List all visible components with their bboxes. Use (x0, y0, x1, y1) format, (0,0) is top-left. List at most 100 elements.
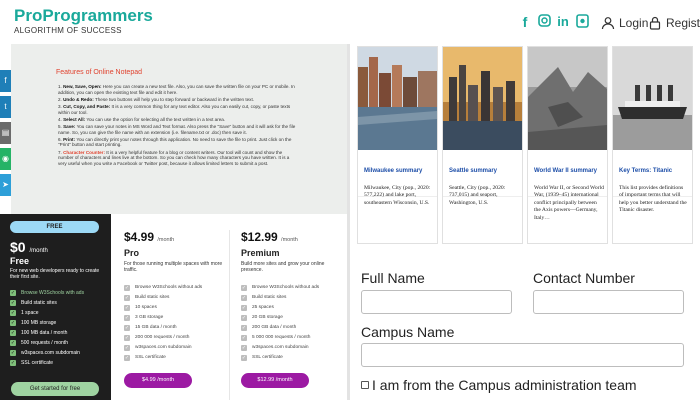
seattle-image (443, 47, 522, 150)
check-icon: ✓ (10, 290, 16, 296)
card-description: World War II, or Second World War, (1939… (534, 185, 604, 221)
campus-name-field[interactable] (361, 343, 684, 367)
contact-number-label: Contact Number (533, 270, 635, 286)
list-item: ✓ 200 GB data / month (241, 325, 297, 331)
list-item: ✓ Browse W3Schools with ads (10, 290, 85, 296)
pro-plan-name: Pro (124, 248, 140, 258)
linkedin-icon[interactable]: in (556, 14, 570, 30)
card-title[interactable]: World War II summary (534, 168, 597, 174)
premium-plan-card: $12.99 /month Premium Build more sites a… (241, 230, 347, 388)
instagram-icon[interactable] (537, 14, 551, 30)
login-label: Login (619, 16, 649, 30)
premium-buy-button[interactable]: $12.99 /month (241, 373, 309, 388)
contact-number-field[interactable] (533, 290, 684, 314)
feature-item: 7. Character Counter: It is a very helpf… (58, 149, 290, 166)
article-card[interactable]: Key Terms: Titanic This list provides de… (612, 46, 693, 244)
pro-buy-button[interactable]: $4.99 /month (124, 373, 192, 388)
card-description: This list provides definitions of import… (619, 185, 687, 214)
check-icon: ✓ (124, 295, 130, 301)
article-card[interactable]: Seattle summary Seattle, City (pop., 202… (442, 46, 523, 244)
campus-admin-checkbox[interactable] (361, 381, 369, 389)
site-header: ProProgrammers ALGORITHM OF SUCCESS f in… (0, 0, 700, 44)
check-icon: ✓ (10, 300, 16, 306)
free-plan-description: For new web developers ready to create t… (10, 268, 100, 280)
telegram-icon[interactable]: ➤ (0, 174, 11, 196)
twitter-icon[interactable]: t (0, 96, 11, 118)
card-description: Seattle, City (pop., 2020: 737,015) and … (449, 185, 506, 206)
site-tagline: ALGORITHM OF SUCCESS (14, 26, 122, 35)
price-period: /month (29, 248, 48, 254)
check-icon: ✓ (124, 355, 130, 361)
article-card[interactable]: Milwaukee summary Milwaukee, City (pop.,… (357, 46, 438, 244)
get-started-free-button[interactable]: Get started for free (11, 382, 99, 396)
check-icon: ✓ (124, 325, 130, 331)
list-item: ✓ SSL certificate (124, 355, 166, 361)
check-icon: ✓ (124, 315, 130, 321)
check-icon: ✓ (241, 335, 247, 341)
list-item: ✓ 25 spaces (241, 305, 274, 311)
check-icon: ✓ (10, 310, 16, 316)
list-item: ✓ Browse W3Schools without ads (124, 285, 203, 291)
check-icon: ✓ (10, 350, 16, 356)
whatsapp-icon[interactable] (575, 14, 589, 30)
titanic-image (613, 47, 692, 150)
milwaukee-image (358, 47, 437, 150)
free-price: $0 /month (10, 239, 48, 255)
pro-plan-card: $4.99 /month Pro For those running multi… (124, 230, 230, 388)
site-logo[interactable]: ProProgrammers (14, 6, 153, 26)
check-icon: ✓ (124, 285, 130, 291)
list-item: ✓ 5 000 000 requests / month (241, 335, 311, 341)
lock-icon (649, 16, 661, 30)
list-item: ✓ 200 000 requests / month (124, 335, 190, 341)
list-item: ✓ 3 GB storage (124, 315, 164, 321)
card-title[interactable]: Key Terms: Titanic (619, 168, 672, 174)
pro-feature-list: ✓ Browse W3Schools without ads ✓ Build sta… (124, 283, 230, 363)
register-label: Register (666, 16, 700, 30)
campus-name-label: Campus Name (361, 324, 455, 340)
check-icon: ✓ (124, 305, 130, 311)
premium-feature-list: ✓ Browse W3Schools without ads ✓ Build sta… (241, 283, 347, 363)
list-item: ✓ Build static sites (10, 300, 57, 306)
feature-item: 5. Save: You can save your notes in MS W… (58, 123, 296, 135)
check-icon: ✓ (241, 315, 247, 321)
facebook-icon[interactable]: f (518, 14, 532, 30)
list-item: ✓ Build static sites (241, 295, 287, 301)
full-name-field[interactable] (361, 290, 512, 314)
check-icon: ✓ (241, 345, 247, 351)
feature-item: 4. Select All: You can use the option fo… (58, 116, 226, 122)
feature-item: 6. Print: You can directly print your no… (58, 136, 292, 148)
check-icon: ✓ (124, 345, 130, 351)
user-icon (601, 17, 615, 30)
card-title[interactable]: Milwaukee summary (364, 168, 422, 174)
check-icon: ✓ (241, 305, 247, 311)
list-item: ✓ 500 requests / month (10, 340, 68, 346)
check-icon: ✓ (10, 330, 16, 336)
register-link[interactable]: Register (648, 14, 700, 32)
check-icon: ✓ (241, 295, 247, 301)
plan-divider (229, 230, 230, 400)
whatsapp-share-icon[interactable]: ◉ (0, 148, 11, 170)
free-plan-card: FREE $0 /month Free For new web develope… (0, 214, 111, 400)
feature-item: 1. New, Save, Open: Here you can create … (58, 84, 295, 95)
list-item: ✓ w3spaces.com subdomain (10, 350, 80, 356)
check-icon: ✓ (241, 355, 247, 361)
free-feature-list: ✓ Browse W3Schools with ads ✓ Build static… (10, 288, 84, 368)
list-item: ✓ 100 MB storage (10, 320, 57, 326)
campus-admin-checkbox-label[interactable]: I am from the Campus administration team (372, 377, 637, 393)
list-item: ✓ w3spaces.com subdomain (124, 345, 192, 351)
login-link[interactable]: Login (601, 14, 648, 32)
premium-plan-name: Premium (241, 248, 280, 258)
card-title[interactable]: Seattle summary (449, 168, 497, 174)
pro-price: $4.99 /month (124, 230, 175, 244)
premium-price: $12.99 /month (241, 230, 298, 244)
check-icon: ✓ (10, 320, 16, 326)
list-item: ✓ 100 MB data / month (10, 330, 68, 336)
share-icon[interactable]: f (0, 70, 11, 92)
list-item: ✓ SSL certificate (241, 355, 283, 361)
full-name-label: Full Name (361, 270, 425, 286)
print-icon[interactable]: ▤ (0, 122, 11, 144)
premium-plan-description: Build more sites and grow your online pr… (241, 261, 325, 273)
list-item: ✓ SSL certificate (10, 360, 54, 366)
article-card[interactable]: World War II summary World War II, or Se… (527, 46, 608, 244)
list-item: ✓ 15 GB data / month (124, 325, 177, 331)
